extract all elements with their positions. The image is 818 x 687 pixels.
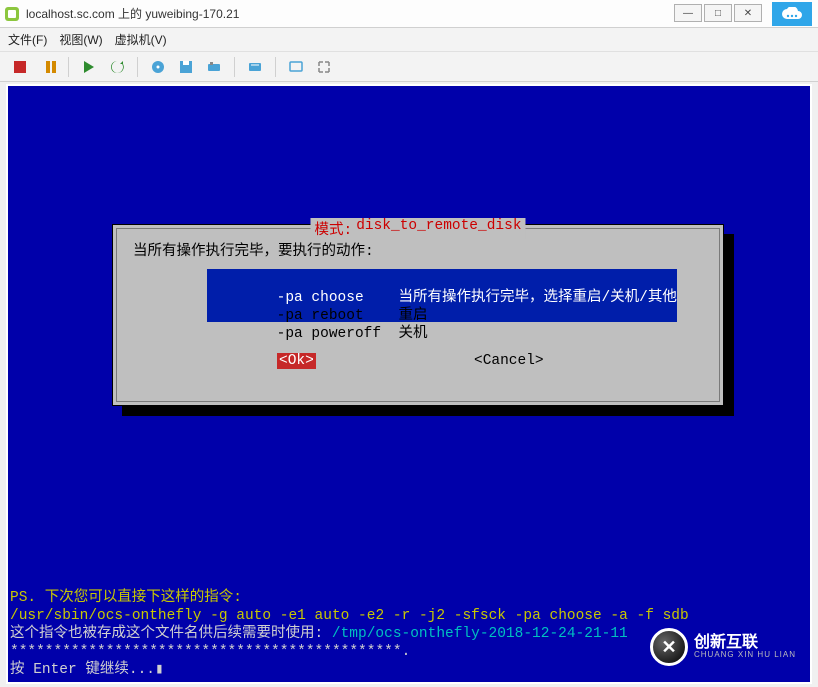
watermark: ✕ 创新互联 CHUANG XIN HU LIAN (650, 628, 796, 666)
dialog-title-label: 模式: (314, 218, 352, 239)
floppy-icon (178, 59, 194, 75)
dialog-title: 模式: disk_to_remote_disk (310, 218, 525, 239)
toolbar-sep (275, 57, 276, 77)
vm-console[interactable]: 模式: disk_to_remote_disk 当所有操作执行完毕，要执行的动作… (6, 84, 812, 684)
dialog-prompt: 当所有操作执行完毕，要执行的动作: (133, 239, 374, 260)
snapshot-icon (247, 59, 263, 75)
watermark-en: CHUANG XIN HU LIAN (694, 651, 796, 660)
menu-file[interactable]: 文件(F) (8, 31, 47, 48)
toolbar-sep (68, 57, 69, 77)
toolbar-sep (137, 57, 138, 77)
dialog-border: 模式: disk_to_remote_disk 当所有操作执行完毕，要执行的动作… (116, 228, 720, 402)
close-button[interactable]: ✕ (734, 4, 762, 22)
console-icon (288, 59, 304, 75)
menubar: 文件(F) 视图(W) 虚拟机(V) (0, 28, 818, 52)
stop-button[interactable] (8, 55, 32, 79)
pause-icon (46, 61, 50, 73)
snapshot-button[interactable] (243, 55, 267, 79)
terminal-hint: PS. 下次您可以直接下这样的指令: (10, 585, 242, 606)
option-pa-poweroff[interactable]: -pa poweroff 关机 (207, 305, 427, 358)
maximize-button[interactable]: □ (704, 4, 732, 22)
cd-icon (150, 59, 166, 75)
ok-button[interactable]: <Ok> (277, 353, 316, 369)
pause-button[interactable] (36, 55, 60, 79)
option-desc: 关机 (398, 326, 427, 342)
play-button[interactable] (77, 55, 101, 79)
stop-icon (14, 61, 26, 73)
cancel-button[interactable]: <Cancel> (472, 353, 546, 369)
terminal-prompt: 按 Enter 键继续...▮ (10, 657, 164, 678)
floppy-button[interactable] (174, 55, 198, 79)
nic-icon (206, 59, 222, 75)
menu-vm[interactable]: 虚拟机(V) (115, 31, 167, 48)
window-titlebar: localhost.sc.com 上的 yuweibing-170.21 — □… (0, 0, 818, 28)
window-title: localhost.sc.com 上的 yuweibing-170.21 (26, 5, 239, 22)
watermark-cn: 创新互联 (694, 634, 796, 652)
fullscreen-icon (316, 59, 332, 75)
terminal-saveinfo: 这个指令也被存成这个文件名供后续需要时使用: /tmp/ocs-onthefly… (10, 621, 628, 642)
dialog-title-value: disk_to_remote_disk (356, 218, 521, 239)
watermark-logo-icon: ✕ (650, 628, 688, 666)
dialog-box: 模式: disk_to_remote_disk 当所有操作执行完毕，要执行的动作… (112, 224, 724, 406)
minimize-button[interactable]: — (674, 4, 702, 22)
menu-view[interactable]: 视图(W) (59, 31, 102, 48)
refresh-button[interactable] (105, 55, 129, 79)
refresh-icon (109, 59, 125, 75)
fullscreen-button[interactable] (312, 55, 336, 79)
toolbar (0, 52, 818, 82)
cloud-sync-icon[interactable] (772, 2, 812, 26)
vsphere-icon (4, 6, 20, 22)
console-button[interactable] (284, 55, 308, 79)
toolbar-sep (234, 57, 235, 77)
option-flag: -pa poweroff (277, 326, 381, 342)
option-desc: 当所有操作执行完毕，选择重启/关机/其他 (398, 290, 676, 306)
cd-button[interactable] (146, 55, 170, 79)
nic-button[interactable] (202, 55, 226, 79)
play-icon (84, 61, 94, 73)
